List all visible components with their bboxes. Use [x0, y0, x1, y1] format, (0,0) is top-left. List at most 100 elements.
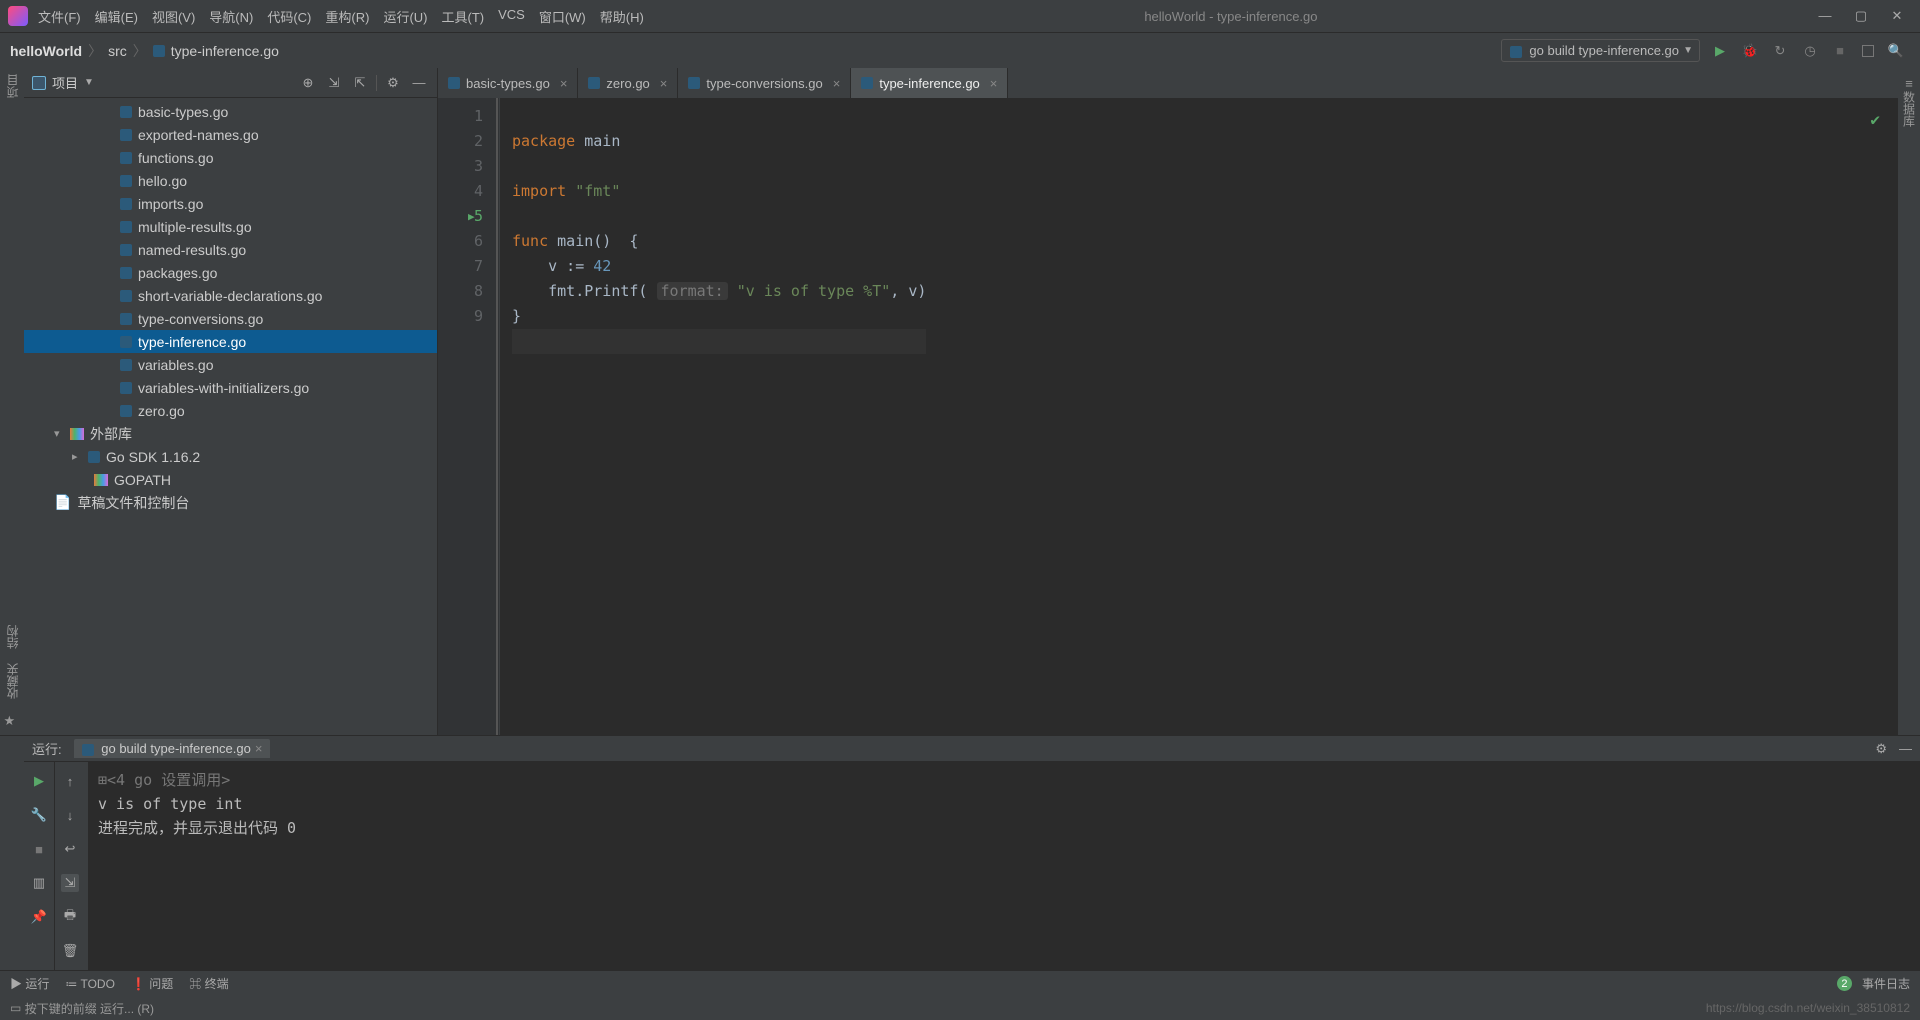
menu-navigate[interactable]: 导航(N): [209, 7, 253, 26]
stop-icon[interactable]: ■: [30, 840, 48, 858]
file-named-results-go[interactable]: named-results.go: [24, 238, 437, 261]
file-type-conversions-go[interactable]: type-conversions.go: [24, 307, 437, 330]
soft-wrap-icon[interactable]: ↩: [61, 840, 79, 858]
file-zero-go[interactable]: zero.go: [24, 399, 437, 422]
scratch-files[interactable]: 📄草稿文件和控制台: [24, 491, 437, 514]
profile-icon[interactable]: ◷: [1802, 43, 1818, 59]
tab-zero-go[interactable]: zero.go×: [578, 68, 678, 98]
file-variables-go[interactable]: variables.go: [24, 353, 437, 376]
menu-file[interactable]: 文件(F): [38, 7, 81, 26]
console-output[interactable]: ⊞<4 go 设置调用> v is of type int 进程完成，并显示退出…: [88, 762, 1920, 970]
file-functions-go[interactable]: functions.go: [24, 146, 437, 169]
crumb-src[interactable]: src: [108, 43, 127, 59]
file-exported-names-go[interactable]: exported-names.go: [24, 123, 437, 146]
target-icon[interactable]: ⊕: [298, 75, 318, 91]
menu-view[interactable]: 视图(V): [152, 7, 195, 26]
gutter-run-icon[interactable]: 5: [438, 204, 483, 229]
chevron-down-icon: ▼: [1683, 45, 1693, 56]
rerun-icon[interactable]: ▶: [30, 772, 48, 790]
menu-help[interactable]: 帮助(H): [600, 7, 644, 26]
gear-icon[interactable]: ⚙: [383, 75, 403, 91]
go-file-icon: [120, 267, 132, 279]
layout-icon[interactable]: ▥: [30, 874, 48, 892]
favorites-tool-button[interactable]: 收藏夹: [4, 663, 21, 699]
go-file-icon: [82, 744, 94, 756]
file-short-variable-declarations-go[interactable]: short-variable-declarations.go: [24, 284, 437, 307]
down-icon[interactable]: ↓: [61, 806, 79, 824]
structure-tool-button[interactable]: 结构: [4, 625, 21, 649]
maximize-icon[interactable]: ▢: [1854, 8, 1868, 24]
search-icon[interactable]: 🔍: [1888, 43, 1904, 59]
menu-vcs[interactable]: VCS: [498, 7, 525, 26]
menu-run[interactable]: 运行(U): [383, 7, 427, 26]
event-log-button[interactable]: 事件日志: [1862, 975, 1910, 992]
file-imports-go[interactable]: imports.go: [24, 192, 437, 215]
debug-icon[interactable]: 🐞: [1742, 43, 1758, 59]
menu-edit[interactable]: 编辑(E): [95, 7, 138, 26]
bottom-bar: ▶ 运行 ≔ TODO ❗ 问题 ⌘ 终端 2 事件日志: [0, 970, 1920, 996]
hide-icon[interactable]: —: [409, 75, 429, 90]
file-type-inference-go[interactable]: type-inference.go: [24, 330, 437, 353]
up-icon[interactable]: ↑: [61, 772, 79, 790]
libs-icon: [94, 474, 108, 486]
hide-icon[interactable]: —: [1899, 741, 1912, 756]
menu-tools[interactable]: 工具(T): [441, 7, 484, 26]
expand-icon[interactable]: ⇲: [324, 75, 344, 91]
project-tool-button[interactable]: 项目: [4, 74, 21, 98]
window-title: helloWorld - type-inference.go: [644, 9, 1818, 24]
scroll-icon[interactable]: ⇲: [61, 874, 79, 892]
print-icon[interactable]: 🖶: [61, 908, 79, 926]
pin-icon[interactable]: 📌: [30, 908, 48, 926]
close-icon[interactable]: ✕: [1890, 8, 1904, 24]
gear-icon[interactable]: ⚙: [1875, 741, 1887, 757]
gopath[interactable]: GOPATH: [24, 468, 437, 491]
close-tab-icon[interactable]: ×: [833, 76, 841, 91]
todo-tool-button[interactable]: ≔ TODO: [65, 977, 115, 991]
run-tab[interactable]: go build type-inference.go×: [74, 739, 271, 758]
go-sdk[interactable]: ▸Go SDK 1.16.2: [24, 445, 437, 468]
crumb-project[interactable]: helloWorld: [10, 43, 82, 59]
run-config-dropdown[interactable]: go build type-inference.go ▼: [1501, 39, 1700, 62]
console-header: ⊞<4 go 设置调用>: [98, 768, 1910, 792]
sdk-icon: [88, 451, 100, 463]
star-icon[interactable]: ★: [4, 713, 21, 729]
tab-type-conversions-go[interactable]: type-conversions.go×: [678, 68, 851, 98]
file-packages-go[interactable]: packages.go: [24, 261, 437, 284]
menu-refactor[interactable]: 重构(R): [325, 7, 369, 26]
menu-window[interactable]: 窗口(W): [539, 7, 586, 26]
file-basic-types-go[interactable]: basic-types.go: [24, 100, 437, 123]
code-editor[interactable]: 12 34 5 67 89 package main import "fmt" …: [438, 98, 1898, 735]
libs-icon: [70, 428, 84, 440]
split-icon[interactable]: [1862, 45, 1874, 57]
tab-basic-types-go[interactable]: basic-types.go×: [438, 68, 578, 98]
problems-tool-button[interactable]: ❗ 问题: [131, 975, 173, 992]
file-variables-with-initializers-go[interactable]: variables-with-initializers.go: [24, 376, 437, 399]
trash-icon[interactable]: 🗑: [61, 942, 79, 960]
run-icon[interactable]: ▶: [1712, 43, 1728, 59]
project-tree[interactable]: basic-types.goexported-names.gofunctions…: [24, 98, 437, 735]
close-tab-icon[interactable]: ×: [660, 76, 668, 91]
external-libs[interactable]: ▾外部库: [24, 422, 437, 445]
stop-icon[interactable]: ■: [1832, 43, 1848, 59]
collapse-icon[interactable]: ⇱: [350, 75, 370, 91]
terminal-tool-button[interactable]: ⌘ 终端: [189, 975, 228, 992]
left-tool-strip: 项目 结构 收藏夹 ★: [0, 68, 24, 735]
code-body[interactable]: package main import "fmt" func main() { …: [500, 98, 926, 735]
db-icon[interactable]: ≡: [1905, 76, 1913, 91]
run-tool-button[interactable]: ▶ 运行: [10, 975, 49, 992]
wrench-icon[interactable]: 🔧: [30, 806, 48, 824]
crumb-file[interactable]: type-inference.go: [171, 43, 279, 59]
minimize-icon[interactable]: —: [1818, 8, 1832, 24]
database-tool-button[interactable]: 数据库: [1901, 91, 1918, 127]
chevron-down-icon[interactable]: ▼: [84, 77, 94, 88]
menu-code[interactable]: 代码(C): [267, 7, 311, 26]
tab-type-inference-go[interactable]: type-inference.go×: [851, 68, 1008, 98]
close-tab-icon[interactable]: ×: [990, 76, 998, 91]
coverage-icon[interactable]: ↻: [1772, 43, 1788, 59]
close-tab-icon[interactable]: ×: [560, 76, 568, 91]
go-file-icon: [120, 405, 132, 417]
file-hello-go[interactable]: hello.go: [24, 169, 437, 192]
project-label[interactable]: 项目: [52, 73, 78, 92]
close-tab-icon[interactable]: ×: [255, 741, 263, 756]
file-multiple-results-go[interactable]: multiple-results.go: [24, 215, 437, 238]
